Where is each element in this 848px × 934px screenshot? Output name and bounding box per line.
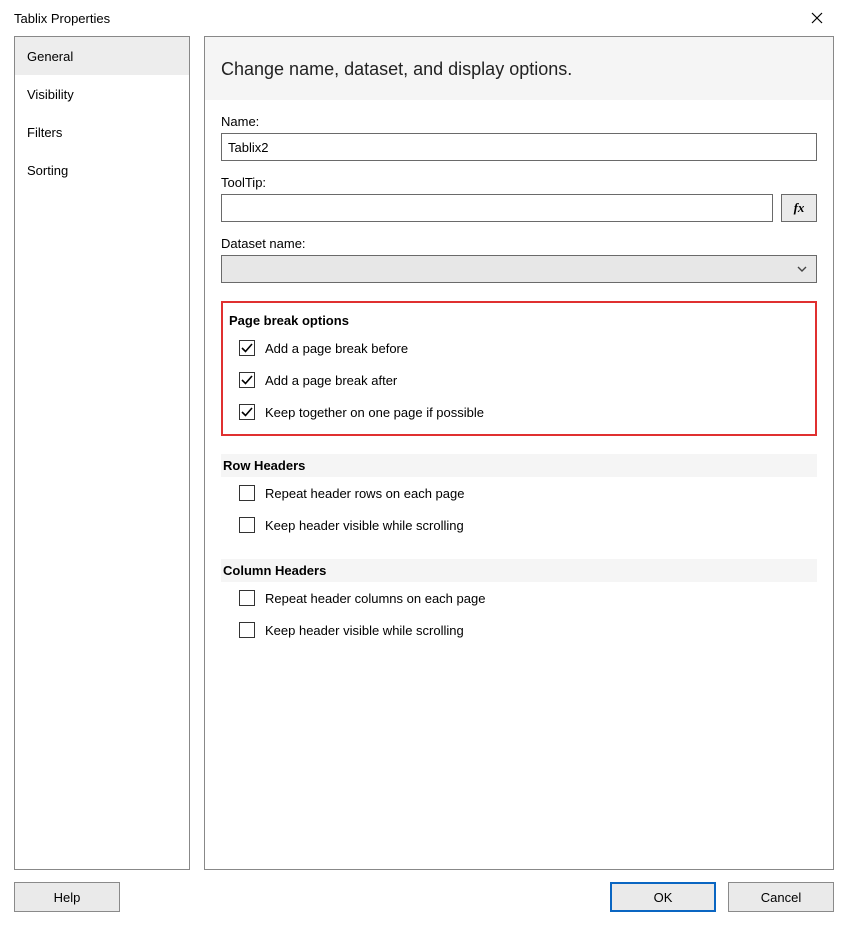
window-title: Tablix Properties [14,11,110,26]
main-body: Name: ToolTip: fx Dataset name: Page bre… [205,100,833,869]
checkbox-box [239,517,255,533]
fx-icon: fx [794,200,805,216]
checkbox-label: Add a page break after [265,373,397,388]
section-title-column-headers: Column Headers [221,559,817,582]
sidebar-item-general[interactable]: General [15,37,189,75]
tooltip-input[interactable] [221,194,773,222]
dialog-footer: Help OK Cancel [0,870,848,912]
button-label: OK [654,890,673,905]
checkbox-box [239,622,255,638]
check-icon [241,406,253,418]
check-icon [241,342,253,354]
checkbox-keep-row-header-visible[interactable]: Keep header visible while scrolling [221,509,817,541]
page-break-highlight: Page break options Add a page break befo… [221,301,817,436]
fx-button[interactable]: fx [781,194,817,222]
sidebar-item-label: General [27,49,73,64]
checkbox-label: Keep header visible while scrolling [265,623,464,638]
button-label: Help [54,890,81,905]
checkbox-label: Repeat header columns on each page [265,591,485,606]
checkbox-keep-together[interactable]: Keep together on one page if possible [229,396,809,428]
chevron-down-icon [796,263,808,275]
ok-button[interactable]: OK [610,882,716,912]
button-label: Cancel [761,890,801,905]
sidebar-item-visibility[interactable]: Visibility [15,75,189,113]
checkbox-label: Keep header visible while scrolling [265,518,464,533]
checkbox-label: Keep together on one page if possible [265,405,484,420]
checkbox-label: Repeat header rows on each page [265,486,464,501]
sidebar-item-label: Visibility [27,87,74,102]
titlebar: Tablix Properties [0,0,848,36]
checkbox-box [239,372,255,388]
checkbox-box [239,590,255,606]
checkbox-box [239,485,255,501]
checkbox-repeat-row-headers[interactable]: Repeat header rows on each page [221,477,817,509]
checkbox-page-break-after[interactable]: Add a page break after [229,364,809,396]
dialog-body: General Visibility Filters Sorting Chang… [0,36,848,870]
cancel-button[interactable]: Cancel [728,882,834,912]
check-icon [241,374,253,386]
checkbox-page-break-before[interactable]: Add a page break before [229,332,809,364]
sidebar-item-label: Filters [27,125,62,140]
page-title: Change name, dataset, and display option… [205,37,833,100]
close-icon [811,12,823,24]
main-panel: Change name, dataset, and display option… [204,36,834,870]
name-input[interactable] [221,133,817,161]
sidebar-item-sorting[interactable]: Sorting [15,151,189,189]
close-button[interactable] [794,3,840,33]
checkbox-label: Add a page break before [265,341,408,356]
dataset-select[interactable] [221,255,817,283]
section-title-page-break: Page break options [229,309,809,332]
name-label: Name: [221,114,817,129]
tooltip-row: fx [221,194,817,222]
help-button[interactable]: Help [14,882,120,912]
checkbox-box [239,404,255,420]
section-title-row-headers: Row Headers [221,454,817,477]
tooltip-label: ToolTip: [221,175,817,190]
dataset-label: Dataset name: [221,236,817,251]
checkbox-keep-column-header-visible[interactable]: Keep header visible while scrolling [221,614,817,646]
checkbox-box [239,340,255,356]
sidebar-item-label: Sorting [27,163,68,178]
sidebar-item-filters[interactable]: Filters [15,113,189,151]
checkbox-repeat-column-headers[interactable]: Repeat header columns on each page [221,582,817,614]
sidebar: General Visibility Filters Sorting [14,36,190,870]
